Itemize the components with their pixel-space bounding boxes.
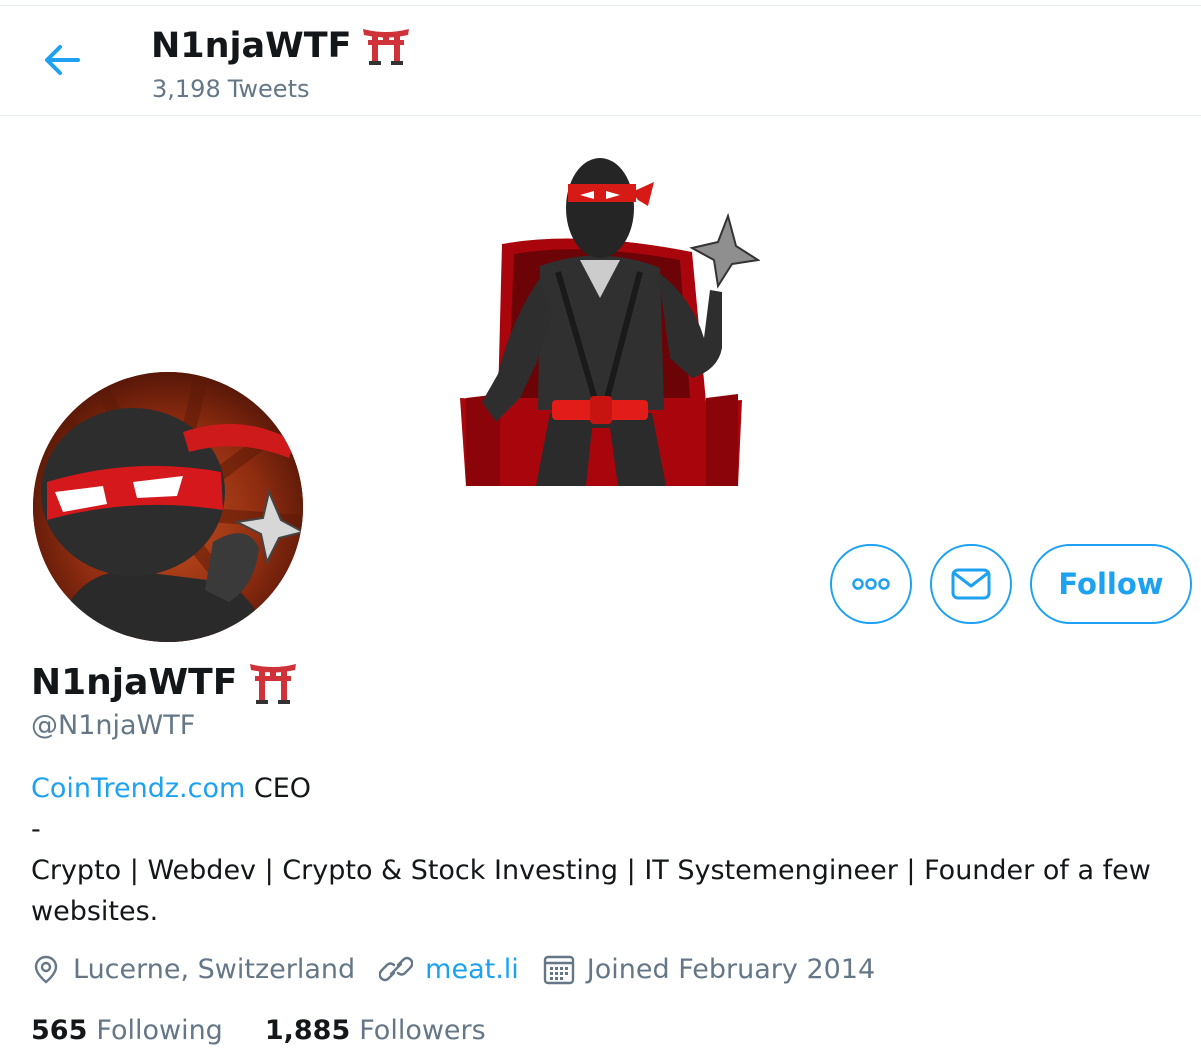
meta-website[interactable]: meat.li [379,954,519,985]
bio-separator: - [31,814,41,845]
following-stat[interactable]: 565 Following [31,1015,223,1046]
header-title: N1njaWTF [151,24,410,68]
joined-text: Joined February 2014 [586,953,876,985]
website-link[interactable]: meat.li [425,954,519,985]
header-display-name: N1njaWTF [151,26,352,66]
torii-gate-icon [362,29,409,65]
profile-meta: Lucerne, Switzerland meat.li Joined Febr… [31,946,899,992]
location-text: Lucerne, Switzerland [73,953,356,985]
more-options-button[interactable] [830,544,912,624]
message-button[interactable] [930,544,1012,624]
meta-location: Lucerne, Switzerland [31,954,355,985]
profile-display-name-row: N1njaWTF [31,656,297,710]
bio-role: CEO [245,773,312,804]
profile-display-name: N1njaWTF [31,662,238,703]
meta-joined: Joined February 2014 [543,953,875,985]
followers-label: Followers [359,1014,486,1046]
bio-description: Crypto | Webdev | Crypto & Stock Investi… [31,855,1151,927]
ninja-on-throne-illustration [460,158,761,486]
following-count: 565 [31,1014,88,1046]
follow-button-label: Follow [1058,567,1164,601]
followers-count: 1,885 [264,1014,351,1046]
profile-banner-image[interactable] [440,148,761,493]
following-label: Following [96,1014,223,1046]
tweet-count-label: Tweets [227,75,310,103]
link-icon [379,956,414,982]
profile-stats: 565 Following 1,885 Followers [31,1008,528,1052]
calendar-icon [543,955,574,985]
tweet-count-number: 3,198 [152,75,221,103]
profile-bio: CoinTrendz.com CEO - Crypto | Webdev | C… [31,768,1161,932]
tweet-count: 3,198 Tweets [152,74,309,104]
followers-stat[interactable]: 1,885 Followers [265,1015,486,1046]
profile-handle: @N1njaWTF [31,710,196,741]
more-dots-icon [852,578,890,590]
back-button[interactable] [34,36,90,84]
profile-avatar[interactable] [29,368,307,646]
ninja-avatar-illustration [33,372,303,642]
follow-button[interactable]: Follow [1030,544,1192,624]
location-pin-icon [34,955,58,984]
profile-header-bar: N1njaWTF 3,198 Tweets [0,6,1201,116]
bio-link-cointrendz[interactable]: CoinTrendz.com [31,773,245,804]
bio-first-line: CoinTrendz.com CEO [31,768,1161,809]
arrow-left-icon [45,45,80,75]
torii-gate-icon [250,664,297,704]
envelope-icon [951,568,991,600]
